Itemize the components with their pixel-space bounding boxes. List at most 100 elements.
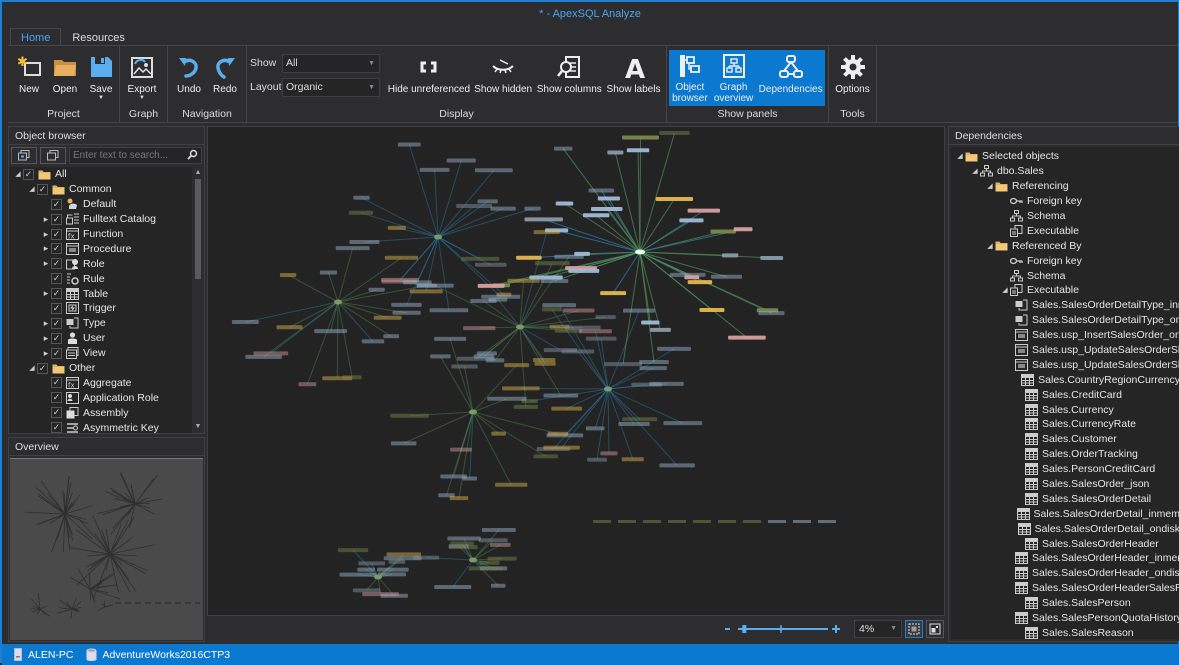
tree-item[interactable]: ◢✓All — [9, 167, 193, 182]
item-checkbox[interactable]: ✓ — [37, 184, 48, 195]
show-hidden-button[interactable]: Show hidden — [472, 50, 535, 108]
tree-item[interactable]: ▸✓Role — [9, 256, 193, 271]
tree-item[interactable]: Schema — [951, 209, 1179, 224]
show-select[interactable]: All▼ — [282, 54, 380, 73]
expand-arrow-icon[interactable]: ▸ — [41, 214, 51, 225]
item-checkbox[interactable]: ✓ — [51, 392, 62, 403]
tree-item[interactable]: ◢Referencing — [951, 179, 1179, 194]
item-checkbox[interactable]: ✓ — [51, 214, 62, 225]
collapse-arrow-icon[interactable]: ◢ — [955, 152, 965, 160]
expand-arrow-icon[interactable]: ▸ — [41, 318, 51, 329]
hide-unreferenced-button[interactable]: Hide unreferenced — [386, 50, 472, 108]
tree-item[interactable]: Sales.SalesOrderDetailType_inmem — [951, 298, 1179, 313]
tree-item[interactable]: Foreign key — [951, 194, 1179, 209]
tree-item[interactable]: Sales.SalesOrderHeaderSalesReason — [951, 581, 1179, 596]
expand-arrow-icon[interactable]: ▸ — [41, 348, 51, 359]
item-checkbox[interactable]: ✓ — [51, 229, 62, 240]
tree-item[interactable]: Sales.SalesOrderDetail_inmem — [951, 506, 1179, 521]
item-checkbox[interactable]: ✓ — [23, 169, 34, 180]
tree-item[interactable]: Sales.CountryRegionCurrency — [951, 372, 1179, 387]
expand-arrow-icon[interactable]: ▸ — [41, 258, 51, 269]
tree-item[interactable]: ▸✓View — [9, 346, 193, 361]
object-tree-scrollbar[interactable]: ▲ ▼ — [192, 167, 204, 433]
tree-item[interactable]: ▸✓Type — [9, 316, 193, 331]
tree-item[interactable]: Sales.CreditCard — [951, 387, 1179, 402]
export-button[interactable]: Export ▼ — [123, 50, 161, 108]
tree-item[interactable]: Sales.usp_UpdateSalesOrderShip — [951, 343, 1179, 358]
tree-item[interactable]: Sales.SalesOrderHeader — [951, 536, 1179, 551]
tree-item[interactable]: ▸✓User — [9, 331, 193, 346]
scroll-down-icon[interactable]: ▼ — [192, 421, 204, 433]
tree-item[interactable]: Sales.Currency — [951, 402, 1179, 417]
item-checkbox[interactable]: ✓ — [51, 333, 62, 344]
tree-item[interactable]: ◢dbo.Sales — [951, 164, 1179, 179]
expand-arrow-icon[interactable]: ▸ — [41, 288, 51, 299]
tree-item[interactable]: ✓Rule — [9, 271, 193, 286]
scroll-thumb[interactable] — [195, 179, 201, 279]
tree-item[interactable]: Sales.SalesOrder_json — [951, 477, 1179, 492]
collapse-arrow-icon[interactable]: ◢ — [970, 167, 980, 175]
item-checkbox[interactable]: ✓ — [51, 407, 62, 418]
new-button[interactable]: ✱ New — [11, 50, 47, 108]
dependency-graph[interactable] — [208, 127, 944, 615]
collapse-arrow-icon[interactable]: ◢ — [985, 182, 995, 190]
tree-item[interactable]: Sales.SalesOrderDetailType_ondisk — [951, 313, 1179, 328]
item-checkbox[interactable]: ✓ — [51, 377, 62, 388]
tree-item[interactable]: Sales.Customer — [951, 432, 1179, 447]
tree-item[interactable]: Foreign key — [951, 253, 1179, 268]
search-box[interactable] — [69, 147, 202, 164]
item-checkbox[interactable]: ✓ — [51, 318, 62, 329]
tree-item[interactable]: Sales.SalesOrderHeader_inmem — [951, 551, 1179, 566]
options-button[interactable]: Options — [832, 50, 873, 108]
item-checkbox[interactable]: ✓ — [51, 348, 62, 359]
tree-item[interactable]: ✓Trigger — [9, 301, 193, 316]
graph-canvas[interactable] — [207, 126, 945, 616]
search-icon[interactable] — [187, 149, 198, 163]
save-button[interactable]: Save ▼ — [83, 50, 119, 108]
graph-overview-toggle[interactable]: Graph overview — [711, 50, 756, 106]
tree-item[interactable]: ◢Selected objects — [951, 149, 1179, 164]
tree-item[interactable]: ✓Assembly — [9, 405, 193, 420]
redo-button[interactable]: Redo — [207, 50, 243, 108]
collapse-arrow-icon[interactable]: ◢ — [985, 242, 995, 250]
tree-item[interactable]: ◢Referenced By — [951, 238, 1179, 253]
zoom-level-select[interactable]: 4%▼ — [854, 620, 902, 638]
tree-item[interactable]: Sales.SalesReason — [951, 626, 1179, 640]
item-checkbox[interactable]: ✓ — [51, 199, 62, 210]
tree-item[interactable]: Schema — [951, 268, 1179, 283]
item-checkbox[interactable]: ✓ — [37, 363, 48, 374]
tree-item[interactable]: Sales.SalesPersonQuotaHistory — [951, 611, 1179, 626]
tree-item[interactable]: ✓fxAggregate — [9, 375, 193, 390]
dependencies-toggle[interactable]: Dependencies — [756, 50, 825, 106]
tree-item[interactable]: ✓Default — [9, 197, 193, 212]
actual-size-button[interactable] — [926, 620, 944, 638]
tree-item[interactable]: Sales.PersonCreditCard — [951, 462, 1179, 477]
tree-item[interactable]: ◢✓Other — [9, 361, 193, 376]
tree-item[interactable]: Sales.OrderTracking — [951, 447, 1179, 462]
tree-item[interactable]: Executable — [951, 223, 1179, 238]
tree-item[interactable]: ▸✓Procedure — [9, 241, 193, 256]
zoom-slider[interactable] — [724, 624, 842, 634]
collapse-arrow-icon[interactable]: ◢ — [27, 185, 37, 193]
collapse-arrow-icon[interactable]: ◢ — [27, 364, 37, 372]
open-button[interactable]: Open — [47, 50, 83, 108]
tree-item[interactable]: ◢Executable — [951, 283, 1179, 298]
item-checkbox[interactable]: ✓ — [51, 273, 62, 284]
tree-item[interactable]: ◢✓Common — [9, 182, 193, 197]
tree-item[interactable]: Sales.SalesOrderHeader_ondisk — [951, 566, 1179, 581]
expand-arrow-icon[interactable]: ▸ — [41, 333, 51, 344]
tab-resources[interactable]: Resources — [61, 28, 136, 46]
collapse-arrow-icon[interactable]: ◢ — [13, 170, 23, 178]
overview-minimap[interactable] — [10, 458, 203, 640]
show-columns-button[interactable]: Show columns — [535, 50, 605, 108]
item-checkbox[interactable]: ✓ — [51, 303, 62, 314]
collapse-all-button[interactable] — [40, 147, 66, 164]
tree-item[interactable]: ▸✓Fulltext Catalog — [9, 212, 193, 227]
tree-item[interactable]: Sales.SalesPerson — [951, 596, 1179, 611]
show-labels-button[interactable]: A Show labels — [604, 50, 663, 108]
expand-arrow-icon[interactable]: ▸ — [41, 243, 51, 254]
tree-item[interactable]: Sales.usp_InsertSalesOrder_ondisk — [951, 328, 1179, 343]
tree-item[interactable]: Sales.SalesOrderDetail — [951, 491, 1179, 506]
item-checkbox[interactable]: ✓ — [51, 258, 62, 269]
expand-all-button[interactable] — [11, 147, 37, 164]
